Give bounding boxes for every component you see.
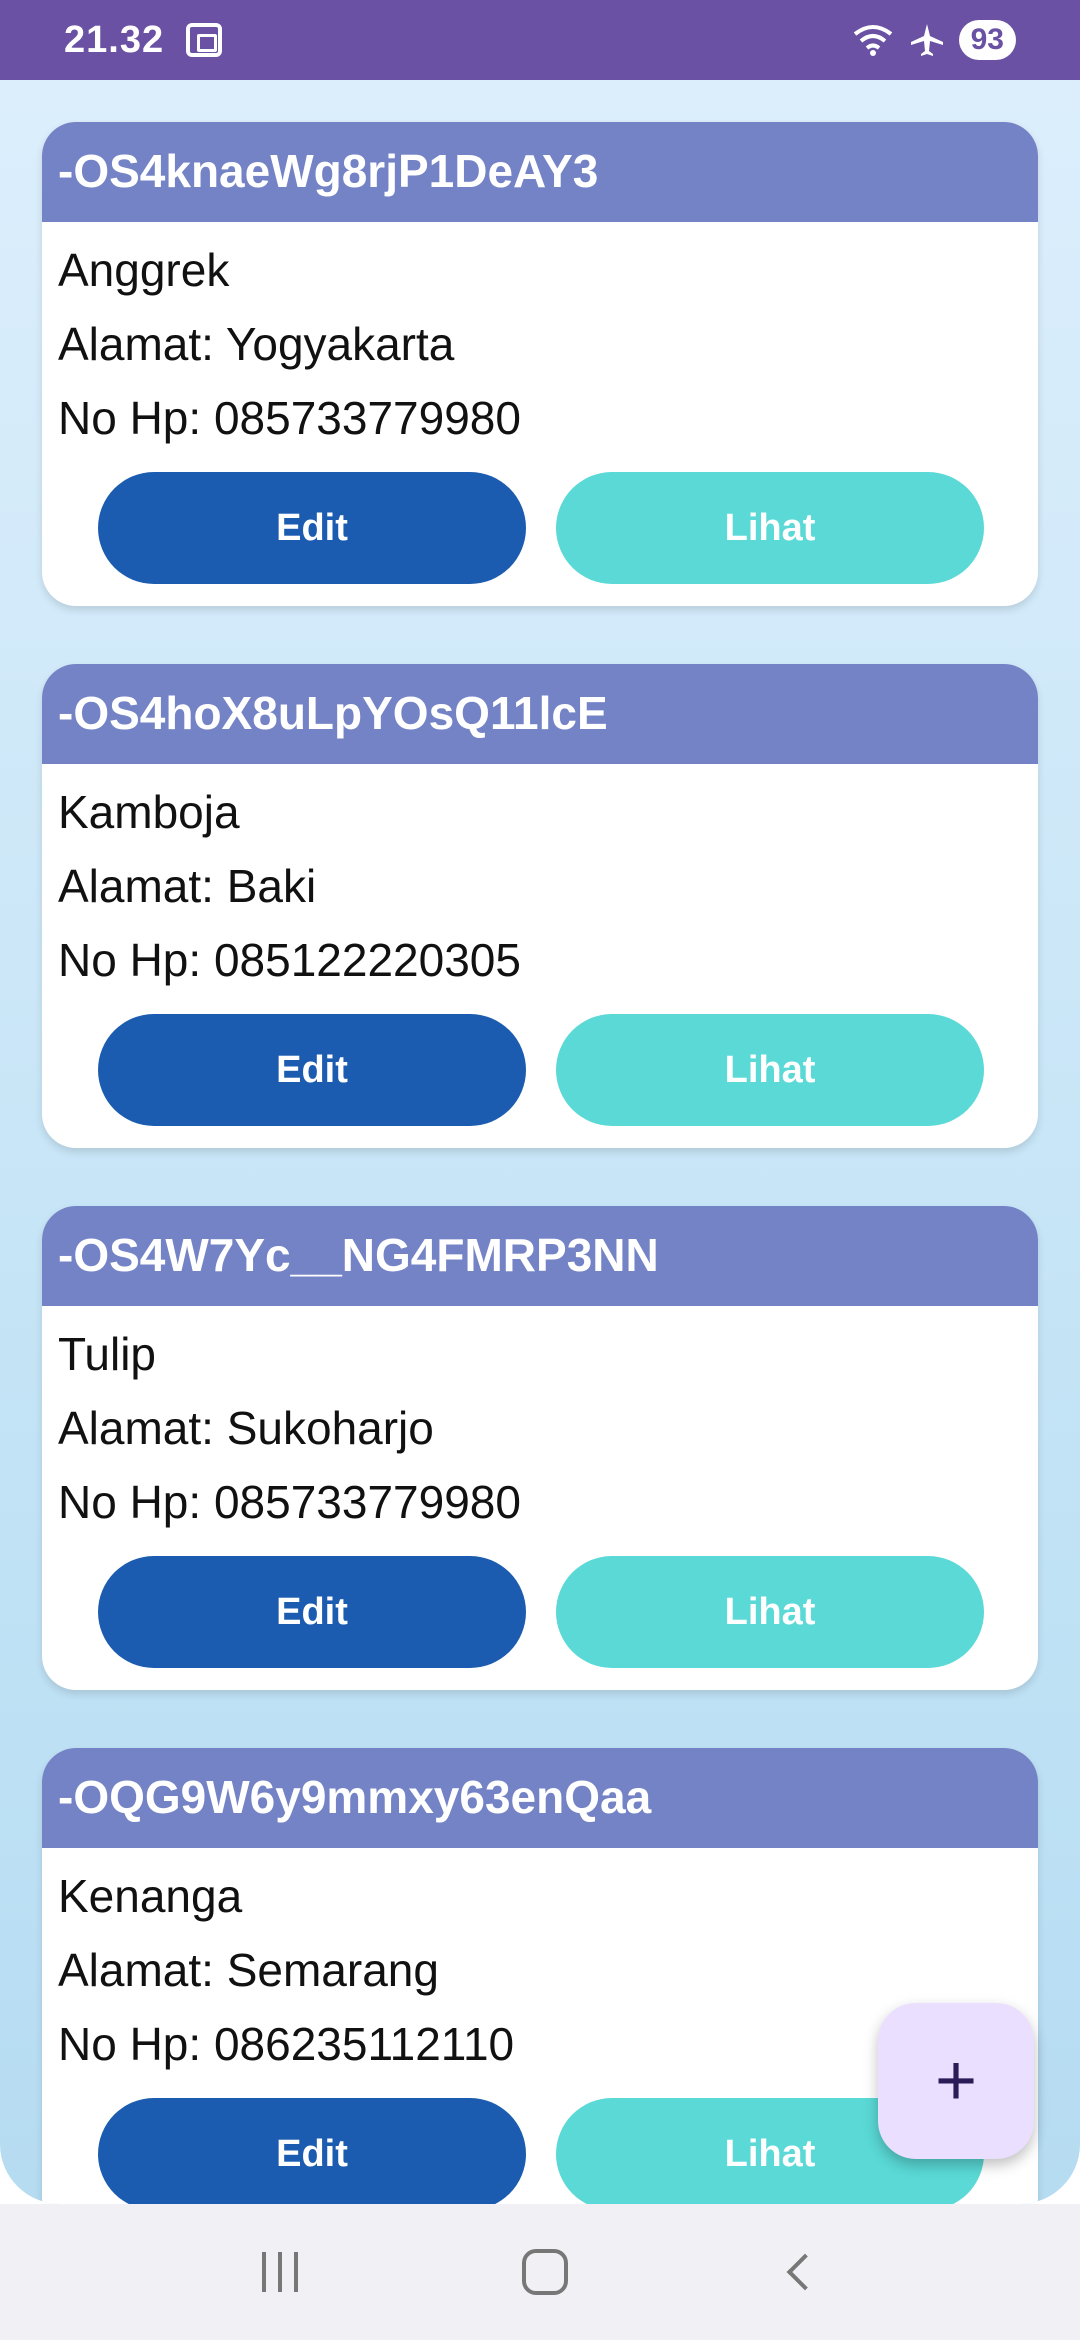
edit-button[interactable]: Edit	[98, 1014, 526, 1126]
status-icons: 93	[851, 20, 1016, 60]
card-id: -OS4hoX8uLpYOsQ11lcE	[42, 664, 1038, 764]
card-name: Tulip	[58, 1328, 156, 1380]
card-phone: No Hp: 085122220305	[58, 934, 521, 986]
list-item: -OS4hoX8uLpYOsQ11lcE Kamboja Alamat: Bak…	[42, 664, 1038, 1148]
card-name: Anggrek	[58, 244, 230, 296]
screenshot-icon	[186, 23, 223, 57]
view-button[interactable]: Lihat	[556, 1014, 984, 1126]
add-button[interactable]: +	[878, 2003, 1034, 2159]
card-address: Alamat: Baki	[58, 860, 317, 912]
status-bar: 21.32 93	[0, 0, 1080, 80]
edit-button[interactable]: Edit	[98, 1556, 526, 1668]
card-name: Kamboja	[58, 786, 240, 838]
recents-icon[interactable]	[262, 2252, 298, 2292]
list-item: -OS4knaeWg8rjP1DeAY3 Anggrek Alamat: Yog…	[42, 122, 1038, 606]
status-time: 21.32	[64, 18, 165, 61]
wifi-icon	[853, 25, 892, 56]
edit-button[interactable]: Edit	[98, 2098, 526, 2204]
list-item: -OS4W7Yc__NG4FMRP3NN Tulip Alamat: Sukoh…	[42, 1206, 1038, 1690]
card-address: Alamat: Sukoharjo	[58, 1402, 434, 1454]
home-icon[interactable]	[522, 2249, 568, 2295]
card-phone: No Hp: 085733779980	[58, 392, 521, 444]
battery-indicator: 93	[958, 20, 1016, 60]
card-phone: No Hp: 085733779980	[58, 1476, 521, 1528]
back-icon[interactable]	[786, 2253, 824, 2291]
contact-list[interactable]: -OS4knaeWg8rjP1DeAY3 Anggrek Alamat: Yog…	[0, 80, 1080, 2204]
plus-icon: +	[934, 2041, 978, 2121]
card-address: Alamat: Yogyakarta	[58, 318, 455, 370]
card-address: Alamat: Semarang	[58, 1944, 439, 1996]
view-button[interactable]: Lihat	[556, 1556, 984, 1668]
view-button[interactable]: Lihat	[556, 472, 984, 584]
card-id: -OS4W7Yc__NG4FMRP3NN	[42, 1206, 1038, 1306]
edit-button[interactable]: Edit	[98, 472, 526, 584]
navigation-bar	[0, 2204, 1080, 2340]
card-id: -OQG9W6y9mmxy63enQaa	[42, 1748, 1038, 1848]
card-name: Kenanga	[58, 1870, 243, 1922]
card-id: -OS4knaeWg8rjP1DeAY3	[42, 122, 1038, 222]
airplane-mode-icon	[910, 24, 943, 56]
